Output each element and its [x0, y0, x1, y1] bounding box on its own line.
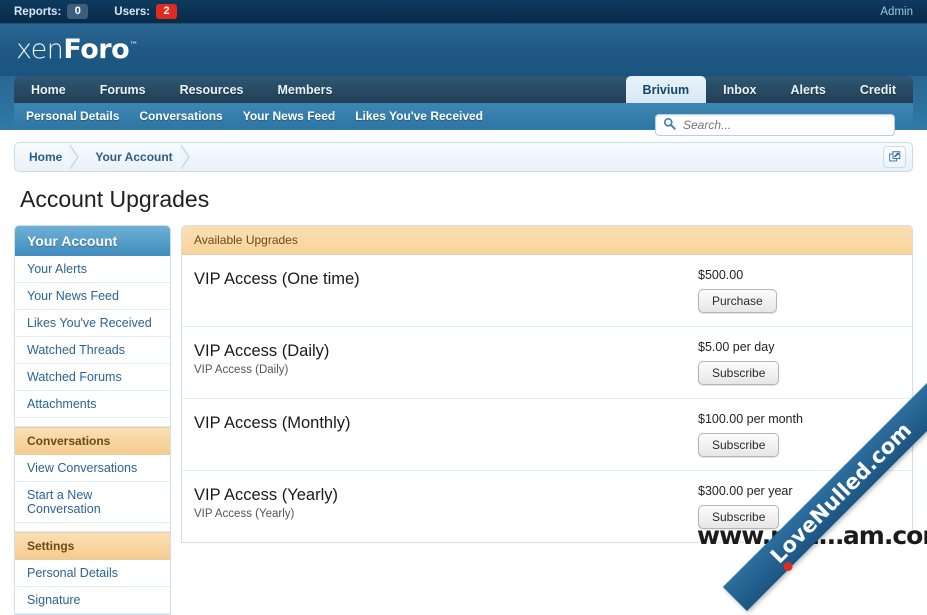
nav-tab-inbox[interactable]: Inbox: [706, 76, 773, 103]
upgrade-row: VIP Access (Monthly) $100.00 per month S…: [182, 399, 912, 471]
upgrade-info: VIP Access (One time): [194, 268, 692, 289]
sidebar-item-start-a-new-conversation[interactable]: Start a New Conversation: [15, 482, 170, 523]
upgrade-purchase-area: $500.00 Purchase: [692, 268, 898, 313]
upgrade-price: $500.00: [698, 268, 744, 282]
users-label: Users:: [114, 5, 151, 18]
upgrade-info: VIP Access (Daily) VIP Access (Daily): [194, 340, 692, 376]
sidebar-item-personal-details[interactable]: Personal Details: [15, 560, 170, 587]
sidebar-section-header-conversations: Conversations: [15, 427, 170, 455]
upgrade-description: VIP Access (Daily): [194, 364, 289, 376]
sidebar-item-watched-threads[interactable]: Watched Threads: [15, 337, 170, 364]
admin-top-bar: Reports: 0 Users: 2 Admin: [0, 0, 927, 24]
subnav-personal-details[interactable]: Personal Details: [26, 109, 119, 123]
subscribe-button[interactable]: Subscribe: [698, 433, 780, 457]
navigation-area: Home Forums Resources Members Brivium In…: [0, 76, 927, 136]
subnav-conversations[interactable]: Conversations: [139, 109, 222, 123]
upgrade-price: $300.00 per year: [698, 484, 793, 498]
logo-trademark: ™: [129, 41, 138, 51]
nav-tab-credit[interactable]: Credit: [843, 76, 913, 103]
upgrade-purchase-area: $300.00 per year Subscribe: [692, 484, 898, 529]
upgrade-info: VIP Access (Yearly) VIP Access (Yearly): [194, 484, 692, 520]
nav-tab-brivium[interactable]: Brivium: [625, 76, 707, 103]
breadcrumb-separator-icon: [69, 144, 80, 170]
search-box[interactable]: [655, 114, 895, 136]
search-input[interactable]: [681, 117, 887, 133]
users-stat[interactable]: Users: 2: [114, 4, 178, 19]
logo-text-part2: Foro: [63, 34, 130, 65]
sidebar-item-likes-youve-received[interactable]: Likes You've Received: [15, 310, 170, 337]
panel-header: Available Upgrades: [182, 226, 912, 255]
breadcrumb: Home Your Account: [14, 142, 913, 172]
sidebar-item-signature[interactable]: Signature: [15, 587, 170, 614]
upgrade-title: VIP Access (One time): [194, 270, 360, 288]
breadcrumb-separator-icon: [179, 144, 190, 170]
reports-count-badge: 0: [67, 4, 89, 19]
site-logo[interactable]: xenForo™: [16, 34, 138, 65]
open-in-new-window-icon[interactable]: [883, 146, 906, 168]
upgrade-title: VIP Access (Yearly): [194, 486, 338, 504]
account-navigation: Brivium Inbox Alerts Credit: [625, 76, 913, 103]
subscribe-button[interactable]: Subscribe: [698, 505, 780, 529]
logo-band: xenForo™: [0, 24, 927, 76]
upgrade-row: VIP Access (One time) $500.00 Purchase: [182, 255, 912, 327]
breadcrumb-item-home[interactable]: Home: [15, 150, 70, 164]
upgrade-price: $5.00 per day: [698, 340, 775, 354]
sidebar-item-your-news-feed[interactable]: Your News Feed: [15, 283, 170, 310]
sidebar-section-header-your-account: Your Account: [15, 226, 170, 256]
sidebar-spacer: [15, 418, 170, 427]
sidebar-item-watched-forums[interactable]: Watched Forums: [15, 364, 170, 391]
upgrade-description: VIP Access (Yearly): [194, 508, 295, 520]
subnav-your-news-feed[interactable]: Your News Feed: [243, 109, 335, 123]
purchase-button[interactable]: Purchase: [698, 289, 777, 313]
upgrade-title: VIP Access (Daily): [194, 342, 330, 360]
nav-tab-resources[interactable]: Resources: [163, 76, 261, 103]
upgrade-price: $100.00 per month: [698, 412, 803, 426]
upgrade-title: VIP Access (Monthly): [194, 414, 351, 432]
search-icon: [663, 117, 676, 133]
subscribe-button[interactable]: Subscribe: [698, 361, 780, 385]
sidebar-item-your-alerts[interactable]: Your Alerts: [15, 256, 170, 283]
sidebar: Your Account Your Alerts Your News Feed …: [14, 225, 171, 615]
content-wrapper: Home Your Account Account Upgrades Your …: [0, 142, 927, 615]
upgrade-row: VIP Access (Daily) VIP Access (Daily) $5…: [182, 327, 912, 399]
upgrade-info: VIP Access (Monthly): [194, 412, 692, 433]
users-count-badge: 2: [156, 4, 178, 19]
page-columns: Your Account Your Alerts Your News Feed …: [14, 225, 913, 615]
nav-tab-forums[interactable]: Forums: [83, 76, 163, 103]
sidebar-spacer: [15, 523, 170, 532]
breadcrumb-item-your-account[interactable]: Your Account: [81, 150, 180, 164]
nav-tab-home[interactable]: Home: [14, 76, 83, 103]
primary-navigation: Home Forums Resources Members Brivium In…: [14, 76, 913, 103]
sidebar-section-header-settings: Settings: [15, 532, 170, 560]
upgrade-row: VIP Access (Yearly) VIP Access (Yearly) …: [182, 471, 912, 542]
reports-label: Reports:: [14, 5, 62, 18]
admin-link[interactable]: Admin: [880, 6, 913, 18]
nav-tab-alerts[interactable]: Alerts: [773, 76, 842, 103]
sidebar-item-view-conversations[interactable]: View Conversations: [15, 455, 170, 482]
upgrade-purchase-area: $100.00 per month Subscribe: [692, 412, 898, 457]
nav-tab-members[interactable]: Members: [261, 76, 350, 103]
logo-text-part1: xen: [16, 34, 64, 65]
page-title: Account Upgrades: [20, 186, 210, 212]
subnav-likes-youve-received[interactable]: Likes You've Received: [355, 109, 483, 123]
available-upgrades-panel: Available Upgrades VIP Access (One time)…: [181, 225, 913, 543]
sidebar-item-attachments[interactable]: Attachments: [15, 391, 170, 418]
upgrade-purchase-area: $5.00 per day Subscribe: [692, 340, 898, 385]
reports-stat[interactable]: Reports: 0: [14, 4, 89, 19]
